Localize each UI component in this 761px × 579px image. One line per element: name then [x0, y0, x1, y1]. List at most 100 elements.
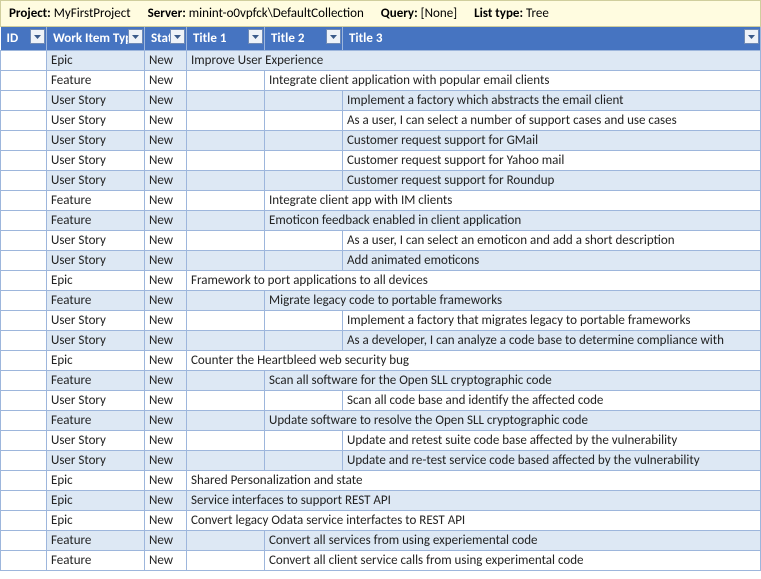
cell-title1[interactable]: Service interfaces to support REST API: [187, 491, 761, 511]
cell-title1[interactable]: Convert legacy Odata service interfactes…: [187, 511, 761, 531]
cell-title3[interactable]: Customer request support for Yahoo mail: [343, 151, 761, 171]
cell-title2[interactable]: [265, 431, 343, 451]
cell-title1[interactable]: Improve User Experience: [187, 51, 761, 71]
cell-title1[interactable]: [187, 391, 265, 411]
cell-title1[interactable]: [187, 231, 265, 251]
cell-id[interactable]: [1, 411, 47, 431]
table-row[interactable]: EpicNewService interfaces to support RES…: [1, 491, 761, 511]
cell-title1[interactable]: [187, 111, 265, 131]
cell-title2[interactable]: [265, 391, 343, 411]
cell-title3[interactable]: Update and retest suite code base affect…: [343, 431, 761, 451]
cell-title2[interactable]: Integrate client app with IM clients: [265, 191, 761, 211]
table-row[interactable]: User StoryNewUpdate and re-test service …: [1, 451, 761, 471]
cell-title2[interactable]: Scan all software for the Open SLL crypt…: [265, 371, 761, 391]
cell-id[interactable]: [1, 211, 47, 231]
filter-icon[interactable]: [170, 29, 185, 44]
cell-id[interactable]: [1, 531, 47, 551]
cell-type[interactable]: User Story: [47, 251, 145, 271]
cell-title1[interactable]: [187, 71, 265, 91]
cell-id[interactable]: [1, 511, 47, 531]
cell-title1[interactable]: [187, 251, 265, 271]
table-row[interactable]: EpicNewCounter the Heartbleed web securi…: [1, 351, 761, 371]
cell-state[interactable]: New: [145, 551, 187, 571]
table-row[interactable]: User StoryNewCustomer request support fo…: [1, 151, 761, 171]
cell-type[interactable]: Feature: [47, 551, 145, 571]
cell-id[interactable]: [1, 51, 47, 71]
cell-state[interactable]: New: [145, 111, 187, 131]
cell-type[interactable]: Feature: [47, 531, 145, 551]
cell-type[interactable]: Epic: [47, 51, 145, 71]
cell-state[interactable]: New: [145, 391, 187, 411]
table-row[interactable]: User StoryNewScan all code base and iden…: [1, 391, 761, 411]
cell-id[interactable]: [1, 491, 47, 511]
cell-type[interactable]: Feature: [47, 71, 145, 91]
cell-title1[interactable]: Framework to port applications to all de…: [187, 271, 761, 291]
cell-id[interactable]: [1, 111, 47, 131]
table-row[interactable]: User StoryNewImplement a factory which a…: [1, 91, 761, 111]
cell-state[interactable]: New: [145, 291, 187, 311]
cell-title2[interactable]: [265, 111, 343, 131]
cell-id[interactable]: [1, 251, 47, 271]
table-row[interactable]: User StoryNewAs a user, I can select an …: [1, 231, 761, 251]
cell-title3[interactable]: Add animated emoticons: [343, 251, 761, 271]
table-row[interactable]: FeatureNewEmoticon feedback enabled in c…: [1, 211, 761, 231]
cell-id[interactable]: [1, 271, 47, 291]
cell-state[interactable]: New: [145, 411, 187, 431]
cell-title1[interactable]: [187, 131, 265, 151]
cell-title3[interactable]: Scan all code base and identify the affe…: [343, 391, 761, 411]
cell-title2[interactable]: Convert all services from using experiem…: [265, 531, 761, 551]
cell-state[interactable]: New: [145, 231, 187, 251]
cell-type[interactable]: User Story: [47, 231, 145, 251]
cell-state[interactable]: New: [145, 151, 187, 171]
cell-id[interactable]: [1, 151, 47, 171]
col-id[interactable]: ID: [1, 27, 47, 51]
filter-icon[interactable]: [326, 29, 341, 44]
cell-type[interactable]: Epic: [47, 351, 145, 371]
table-row[interactable]: EpicNewConvert legacy Odata service inte…: [1, 511, 761, 531]
col-title3[interactable]: Title 3: [343, 27, 761, 51]
cell-state[interactable]: New: [145, 91, 187, 111]
table-row[interactable]: User StoryNewCustomer request support fo…: [1, 131, 761, 151]
cell-title1[interactable]: [187, 431, 265, 451]
cell-title2[interactable]: [265, 151, 343, 171]
table-row[interactable]: FeatureNewIntegrate client app with IM c…: [1, 191, 761, 211]
cell-id[interactable]: [1, 291, 47, 311]
table-row[interactable]: User StoryNewUpdate and retest suite cod…: [1, 431, 761, 451]
cell-title1[interactable]: [187, 551, 265, 571]
cell-state[interactable]: New: [145, 211, 187, 231]
cell-id[interactable]: [1, 391, 47, 411]
table-row[interactable]: EpicNewFramework to port applications to…: [1, 271, 761, 291]
table-row[interactable]: FeatureNewUpdate software to resolve the…: [1, 411, 761, 431]
cell-type[interactable]: Epic: [47, 271, 145, 291]
cell-title2[interactable]: [265, 91, 343, 111]
table-row[interactable]: User StoryNewAs a user, I can select a n…: [1, 111, 761, 131]
cell-type[interactable]: Epic: [47, 491, 145, 511]
cell-title2[interactable]: [265, 131, 343, 151]
cell-id[interactable]: [1, 451, 47, 471]
cell-title1[interactable]: Shared Personalization and state: [187, 471, 761, 491]
table-row[interactable]: User StoryNewCustomer request support fo…: [1, 171, 761, 191]
cell-title2[interactable]: Migrate legacy code to portable framewor…: [265, 291, 761, 311]
cell-title1[interactable]: [187, 171, 265, 191]
cell-state[interactable]: New: [145, 471, 187, 491]
cell-type[interactable]: Feature: [47, 191, 145, 211]
cell-id[interactable]: [1, 71, 47, 91]
table-row[interactable]: User StoryNewAs a developer, I can analy…: [1, 331, 761, 351]
cell-title2[interactable]: Integrate client application with popula…: [265, 71, 761, 91]
cell-id[interactable]: [1, 231, 47, 251]
table-row[interactable]: FeatureNewConvert all client service cal…: [1, 551, 761, 571]
cell-title2[interactable]: Update software to resolve the Open SLL …: [265, 411, 761, 431]
cell-title2[interactable]: [265, 451, 343, 471]
cell-id[interactable]: [1, 351, 47, 371]
cell-type[interactable]: User Story: [47, 131, 145, 151]
cell-title1[interactable]: [187, 151, 265, 171]
filter-icon[interactable]: [248, 29, 263, 44]
table-row[interactable]: FeatureNewConvert all services from usin…: [1, 531, 761, 551]
cell-title3[interactable]: Implement a factory that migrates legacy…: [343, 311, 761, 331]
cell-id[interactable]: [1, 331, 47, 351]
col-state[interactable]: State: [145, 27, 187, 51]
cell-title3[interactable]: As a user, I can select a number of supp…: [343, 111, 761, 131]
cell-title1[interactable]: [187, 211, 265, 231]
cell-id[interactable]: [1, 471, 47, 491]
table-row[interactable]: FeatureNewMigrate legacy code to portabl…: [1, 291, 761, 311]
